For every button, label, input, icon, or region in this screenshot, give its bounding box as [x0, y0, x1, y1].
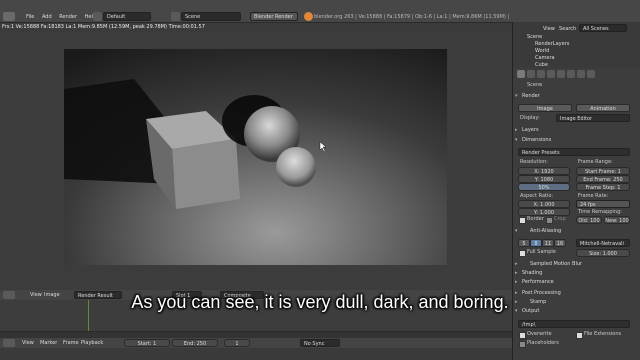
fps-selector[interactable]: 24 fps [576, 200, 630, 208]
object-tab-icon[interactable] [547, 70, 555, 78]
render-scene-svg [64, 79, 327, 209]
render-engine-selector[interactable]: Blender Render [250, 12, 298, 21]
timeline-menu-playback[interactable]: Playback [81, 340, 103, 346]
render-status-text: Frs:1 Ve:15888 Fa:18183 La:1 Mem:9.85M (… [2, 24, 205, 30]
resolution-x-field[interactable]: X: 1920 [518, 167, 570, 175]
time-remapping-label: Time Remapping: [578, 209, 622, 215]
end-frame-prop-field[interactable]: End Frame: 250 [576, 175, 630, 183]
render-presets-selector[interactable]: Render Presets [518, 148, 630, 156]
outliner-menu-view[interactable]: View [543, 26, 555, 32]
timeline-menu-view[interactable]: View [22, 340, 34, 346]
blender-logo-icon [304, 12, 313, 21]
blender-window: File Add Render Help Default Scene Blend… [0, 0, 640, 360]
frame-rate-label: Frame Rate: [578, 193, 609, 199]
aspect-y-field[interactable]: Y: 1.000 [518, 208, 570, 216]
context-scene-label: Scene [527, 82, 543, 88]
layout-selector[interactable]: Default [103, 12, 151, 21]
full-sample-checkbox[interactable] [519, 250, 526, 257]
placeholders-checkbox[interactable] [519, 341, 526, 348]
start-frame-field[interactable]: Start: 1 [124, 339, 170, 347]
resolution-y-field[interactable]: Y: 1080 [518, 175, 570, 183]
editor-type-icon[interactable] [3, 12, 15, 21]
display-selector[interactable]: Image Editor [556, 114, 630, 122]
scene-statistics: blender.org 263 | Ve:15888 | Fa:15879 | … [314, 14, 510, 20]
aspect-x-field[interactable]: X: 1.000 [518, 200, 570, 208]
aa-samples-8[interactable]: 8 [530, 239, 542, 247]
texture-tab-icon[interactable] [587, 70, 595, 78]
resolution-percentage-field[interactable]: 50% [518, 183, 570, 191]
end-frame-field[interactable]: End: 250 [172, 339, 218, 347]
crop-checkbox[interactable] [546, 217, 553, 224]
overwrite-checkbox[interactable] [519, 332, 526, 339]
file-extensions-checkbox[interactable] [576, 332, 583, 339]
layout-icon[interactable] [93, 12, 102, 21]
render-result-image[interactable] [64, 49, 447, 265]
outliner-item-scene[interactable]: Scene [527, 34, 542, 40]
scene-selector[interactable]: Scene [181, 12, 241, 21]
aa-samples-5[interactable]: 5 [518, 239, 530, 247]
outliner-filter-selector[interactable]: All Scenes [579, 24, 627, 32]
placeholders-label: Placeholders [527, 340, 559, 346]
border-label: Border [527, 216, 544, 222]
material-tab-icon[interactable] [577, 70, 585, 78]
output-path-field[interactable]: /tmp\ [518, 320, 630, 328]
menu-add[interactable]: Add [42, 14, 52, 20]
aa-size-field[interactable]: Size: 1.000 [576, 249, 630, 257]
full-sample-label: Full Sample [527, 249, 556, 255]
performance-panel-header[interactable]: Performance [514, 278, 634, 287]
timeline-ruler [0, 331, 512, 338]
scene-tab-icon[interactable] [527, 70, 535, 78]
video-subtitle: As you can see, it is very dull, dark, a… [131, 292, 509, 312]
constraints-tab-icon[interactable] [557, 70, 565, 78]
current-frame-field[interactable]: 1 [224, 339, 250, 347]
timeline-menu-marker[interactable]: Marker [40, 340, 57, 346]
border-checkbox[interactable] [519, 217, 526, 224]
timeline-type-icon[interactable] [3, 339, 15, 347]
properties-tabs [517, 70, 637, 79]
scene-icon[interactable] [171, 12, 180, 21]
file-extensions-label: File Extensions [584, 331, 622, 337]
resolution-label: Resolution: [520, 159, 548, 165]
time-old-field[interactable]: Old: 100 [576, 216, 602, 224]
render-panel-header[interactable]: Render [514, 92, 634, 101]
render-image-button[interactable]: Image [518, 104, 572, 112]
menu-render[interactable]: Render [59, 14, 77, 20]
top-info-bar: File Add Render Help Default Scene Blend… [0, 0, 640, 23]
frame-step-field[interactable]: Frame Step: 1 [576, 183, 630, 191]
layers-panel-header[interactable]: Layers [514, 126, 634, 135]
display-label: Display: [520, 115, 540, 121]
render-animation-button[interactable]: Animation [576, 104, 630, 112]
time-new-field[interactable]: New: 100 [604, 216, 630, 224]
image-editor-area [0, 32, 512, 290]
aa-samples-11[interactable]: 11 [542, 239, 554, 247]
dimensions-panel-header[interactable]: Dimensions [514, 136, 634, 145]
mouse-cursor-icon [319, 141, 327, 153]
cube-front [172, 139, 240, 209]
menu-file[interactable]: File [26, 14, 34, 20]
modifiers-tab-icon[interactable] [567, 70, 575, 78]
sync-selector[interactable]: No Sync [300, 339, 340, 347]
small-sphere [276, 147, 316, 187]
outliner-area: View Search All Scenes Scene RenderLayer… [512, 22, 640, 68]
frame-range-label: Frame Range: [578, 159, 613, 165]
shading-panel-header[interactable]: Shading [514, 269, 634, 278]
outliner-item-world[interactable]: World [535, 48, 549, 54]
outliner-item-renderlayers[interactable]: RenderLayers [535, 41, 569, 47]
outliner-menu-search[interactable]: Search [559, 26, 576, 32]
anti-aliasing-panel-header[interactable]: Anti-Aliasing [514, 227, 634, 236]
motion-blur-panel-header[interactable]: Sampled Motion Blur [514, 260, 634, 269]
aspect-ratio-label: Aspect Ratio: [520, 193, 554, 199]
aa-filter-selector[interactable]: Mitchell-Netravali [576, 239, 630, 247]
world-tab-icon[interactable] [537, 70, 545, 78]
overwrite-label: Overwrite [527, 331, 552, 337]
main-menu: File Add Render Help [26, 14, 102, 20]
aa-samples-16[interactable]: 16 [554, 239, 566, 247]
start-frame-prop-field[interactable]: Start Frame: 1 [576, 167, 630, 175]
timeline-menu-frame[interactable]: Frame [63, 340, 79, 346]
render-tab-icon[interactable] [517, 70, 525, 78]
crop-label: Crop [554, 216, 566, 222]
outliner-item-camera[interactable]: Camera [535, 55, 555, 61]
